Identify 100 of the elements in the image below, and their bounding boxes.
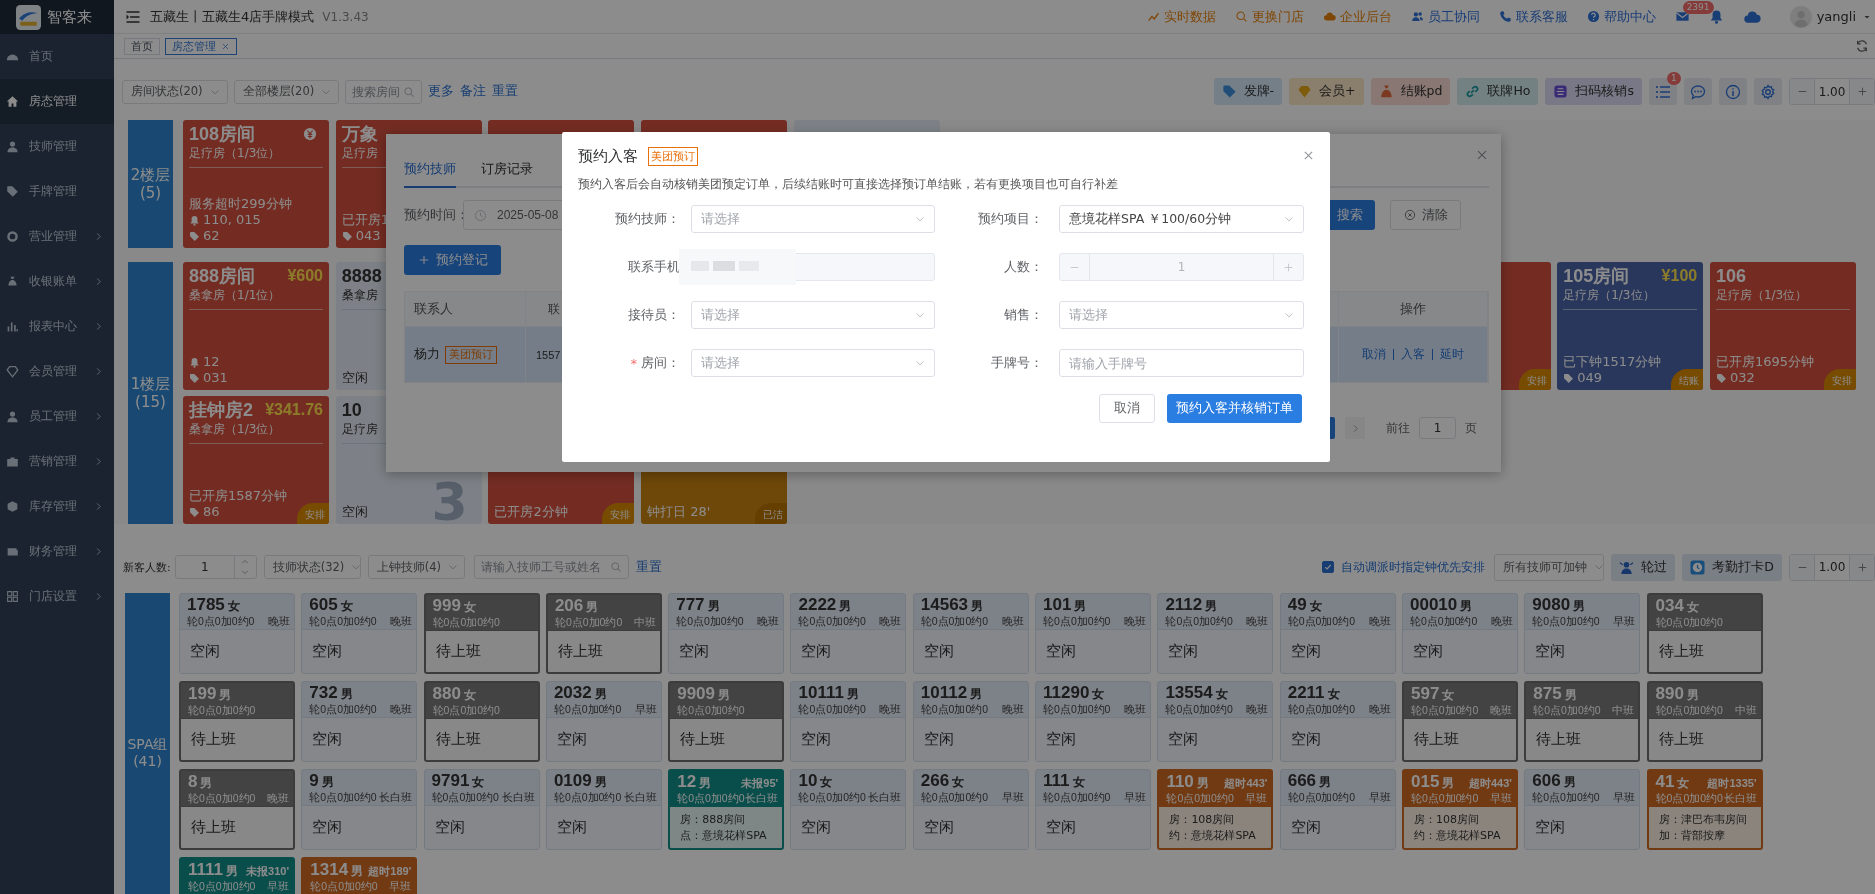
technician-card[interactable]: 101 男 轮0点0加0约0 晚班 空闲 <box>1035 593 1152 674</box>
sidebar-item[interactable]: 会员管理 <box>0 349 114 394</box>
technician-card[interactable]: 13554 女 轮0点0加0约0 晚班 空闲 <box>1157 681 1274 762</box>
action-link[interactable]: 延时 <box>1432 349 1464 360</box>
refresh-icon[interactable] <box>1855 39 1869 53</box>
toolbar-button[interactable]: 扫码核销s <box>1545 78 1642 105</box>
search-field[interactable]: 搜索房间 <box>345 79 423 104</box>
increment-button[interactable] <box>1849 554 1874 580</box>
link[interactable]: 重置 <box>492 83 519 100</box>
technician-card[interactable]: 1111 男 未报310' 轮0点0加0约0 早班 <box>179 857 295 894</box>
technician-card[interactable]: 2032 男 轮0点0加0约0 早班 空闲 <box>545 681 662 762</box>
search-field[interactable]: 请输入技师工号或姓名 <box>473 555 629 579</box>
close-icon[interactable] <box>221 41 230 51</box>
technician-card[interactable]: 9791 女 轮0点0加0约0 长白班 空闲 <box>423 769 540 850</box>
select-field[interactable]: 请选择 <box>691 301 935 329</box>
technician-card[interactable]: 732 男 轮0点0加0约0 晚班 空闲 <box>301 681 418 762</box>
increment-button[interactable] <box>1849 79 1874 104</box>
technician-card[interactable]: 14563 男 轮0点0加0约0 晚班 空闲 <box>912 593 1029 674</box>
sidebar-item[interactable]: 收银账单 <box>0 259 114 304</box>
sidebar-item[interactable]: 报表中心 <box>0 304 114 349</box>
technician-card[interactable]: 49 女 轮0点0加0约0 晚班 空闲 <box>1279 593 1396 674</box>
toolbar-button[interactable]: 轮过 <box>1611 553 1676 581</box>
sidebar-item[interactable]: 财务管理 <box>0 529 114 574</box>
tab[interactable]: 预约技师 <box>404 152 456 188</box>
close-icon[interactable] <box>1302 149 1315 162</box>
technician-card[interactable]: 110 男 超时443' 轮0点0加0约0 早班 房：108房间 约：意境花样SPA <box>1157 769 1274 850</box>
technician-card[interactable]: 0109 男 轮0点0加0约0 长白班 空闲 <box>545 769 662 850</box>
technician-card[interactable]: 777 男 轮0点0加0约0 晚班 空闲 <box>668 593 785 674</box>
sidebar-item[interactable]: 手牌管理 <box>0 169 114 214</box>
room-card[interactable]: 106 足疗房（1/3位） 已开房1695分钟 032 安排 <box>1709 262 1856 390</box>
mail-icon[interactable] <box>1674 9 1690 24</box>
decrement-button[interactable] <box>1790 554 1815 580</box>
tab[interactable]: 房态管理 <box>165 37 237 55</box>
technician-card[interactable]: 11290 女 轮0点0加0约0 晚班 空闲 <box>1035 681 1152 762</box>
technician-card[interactable]: 266 女 轮0点0加0约0 早班 空闲 <box>912 769 1029 850</box>
tab[interactable]: 订房记录 <box>481 152 533 188</box>
number-stepper[interactable]: 1 <box>174 555 257 579</box>
toolbar-button[interactable]: 联牌Ho <box>1457 78 1539 105</box>
sidebar-item[interactable]: 营销管理 <box>0 439 114 484</box>
number-stepper[interactable]: 1.00 <box>1789 553 1875 581</box>
room-card[interactable]: 105房间 ¥100 足疗房（1/3位） 已下钟1517分钟 049 结账 <box>1557 262 1704 390</box>
technician-card[interactable]: 1314 男 超时189' 轮0点0加0约0 早班 <box>301 857 418 894</box>
number-stepper[interactable]: 1.00 <box>1789 78 1875 105</box>
toolbar-button[interactable]: 考勤打卡D <box>1682 553 1782 581</box>
dropdown[interactable]: 技师状态(32) <box>263 555 361 579</box>
link[interactable]: 更多 <box>428 83 455 100</box>
icon-button[interactable] <box>1684 78 1712 105</box>
toolbar-button[interactable]: 结账pd <box>1370 78 1451 105</box>
tab[interactable]: 首页 <box>124 37 160 55</box>
add-button[interactable]: 预约登记 <box>404 245 501 275</box>
technician-card[interactable]: 034 女 轮0点0加0约0 待上班 <box>1646 593 1763 674</box>
technician-card[interactable]: 605 女 轮0点0加0约0 晚班 空闲 <box>301 593 418 674</box>
menu-fold-icon[interactable] <box>125 8 141 25</box>
decrement-button[interactable] <box>1790 79 1815 104</box>
page-input[interactable]: 1 <box>1419 417 1456 439</box>
select-field[interactable]: 请选择 <box>1059 301 1304 329</box>
avatar-icon[interactable] <box>1789 5 1812 28</box>
link[interactable]: 重置 <box>635 558 662 576</box>
clear-button[interactable]: 清除 <box>1390 200 1461 230</box>
checkbox-label[interactable]: 自动调派时指定钟优先安排 <box>1341 558 1486 576</box>
technician-card[interactable]: 41 女 超时1335' 轮0点0加0约0长白班 房：津巴布韦房间 加：背部按摩 <box>1646 769 1763 850</box>
technician-card[interactable]: 9080 男 轮0点0加0约0 早班 空闲 <box>1524 593 1641 674</box>
technician-card[interactable]: 2222 男 轮0点0加0约0 晚班 空闲 <box>790 593 907 674</box>
link[interactable]: 备注 <box>460 83 487 100</box>
select-field[interactable]: 请选择 <box>691 205 935 233</box>
technician-card[interactable]: 10112 男 轮0点0加0约0 晚班 空闲 <box>912 681 1029 762</box>
technician-card[interactable]: 1785 女 轮0点0加0约0 晚班 空闲 <box>179 593 295 674</box>
header-link[interactable]: 帮助中心 <box>1586 7 1656 26</box>
technician-card[interactable]: 880 女 轮0点0加0约0 待上班 <box>423 681 540 762</box>
technician-card[interactable]: 999 女 轮0点0加0约0 待上班 <box>423 593 540 674</box>
sidebar-item[interactable]: 营业管理 <box>0 214 114 259</box>
sidebar-item[interactable]: 库存管理 <box>0 484 114 529</box>
technician-card[interactable]: 12 男 未报95' 轮0点0加0约0长白班 房：888房间 点：意境花样SPA <box>668 769 785 850</box>
chevron-up-icon[interactable] <box>240 557 251 567</box>
room-card[interactable]: 888房间 ¥600 桑拿房（1/1位） 12 031 <box>183 262 329 390</box>
header-link[interactable]: 员工协同 <box>1410 7 1480 26</box>
technician-card[interactable]: 666 男 轮0点0加0约0 早班 空闲 <box>1279 769 1396 850</box>
cancel-button[interactable]: 取消 <box>1099 394 1155 423</box>
sidebar-item[interactable]: 首页 <box>0 34 114 79</box>
next-page-button[interactable] <box>1345 417 1365 439</box>
select-field[interactable]: 意境花样SPA ￥100/60分钟 <box>1059 205 1304 233</box>
select-field[interactable]: 请选择 <box>691 349 935 377</box>
checkbox[interactable] <box>1322 561 1335 573</box>
technician-card[interactable]: 9 男 轮0点0加0约0 长白班 空闲 <box>301 769 418 850</box>
header-link[interactable]: 实时数据 <box>1146 7 1216 26</box>
dropdown[interactable]: 所有技师可加钟 <box>1494 553 1605 581</box>
header-link[interactable]: 更换门店 <box>1234 7 1304 26</box>
toolbar-button[interactable]: 发牌- <box>1213 78 1283 105</box>
sidebar-item[interactable]: 员工管理 <box>0 394 114 439</box>
room-card[interactable]: 挂钟房2 ¥341.76 桑拿房（1/3位） 已开房1587分钟 86 安排 <box>183 396 329 524</box>
action-link[interactable]: 取消 <box>1362 346 1386 363</box>
toolbar-button[interactable]: 会员+ <box>1289 78 1364 105</box>
technician-card[interactable]: 10111 男 轮0点0加0约0 晚班 空闲 <box>790 681 907 762</box>
chevron-down-icon[interactable] <box>240 567 251 577</box>
icon-button[interactable] <box>1754 78 1782 105</box>
technician-card[interactable]: 00010 男 轮0点0加0约0 晚班 空闲 <box>1401 593 1518 674</box>
sidebar-item[interactable]: 房态管理 <box>0 79 114 124</box>
dropdown[interactable]: 房间状态(20) <box>122 79 228 104</box>
sidebar-item[interactable]: 门店设置 <box>0 574 114 619</box>
technician-card[interactable]: 10 女 轮0点0加0约0 长白班 空闲 <box>790 769 907 850</box>
